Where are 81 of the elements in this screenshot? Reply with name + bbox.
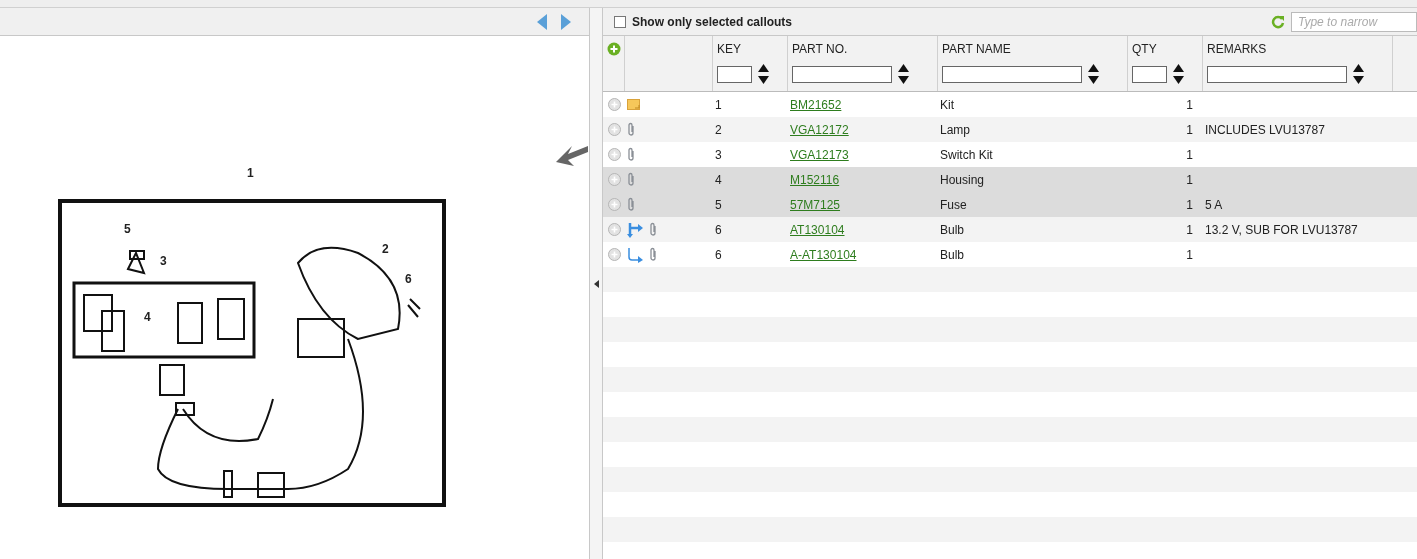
callout-number[interactable]: 5 bbox=[124, 223, 131, 235]
sort-icon[interactable] bbox=[758, 64, 769, 84]
part-number-link[interactable]: M152116 bbox=[790, 172, 840, 187]
key-cell: 1 bbox=[715, 97, 722, 112]
part-name-cell: Bulb bbox=[940, 247, 965, 262]
remarks-cell: 13.2 V, SUB FOR LVU13787 bbox=[1205, 222, 1358, 237]
expand-icon[interactable] bbox=[607, 223, 621, 236]
quantity-cell-text: 1 bbox=[1185, 121, 1194, 139]
column-header[interactable]: KEY bbox=[717, 40, 783, 58]
quantity-cell-text: 1 bbox=[1185, 246, 1194, 264]
remarks-cell: 5 A bbox=[1205, 197, 1223, 212]
key-cell: 5 bbox=[715, 197, 722, 212]
paperclip-icon[interactable] bbox=[627, 172, 635, 187]
previous-arrow-icon[interactable] bbox=[537, 13, 547, 30]
remarks-cell: INCLUDES LVU13787 bbox=[1205, 122, 1325, 137]
table-row[interactable]: 6 AT130104 Bulb 1 13.2 V, SUB FOR LVU13787 bbox=[603, 217, 1417, 242]
quantity-cell-text: 1 bbox=[1185, 96, 1194, 114]
part-number-link[interactable]: VGA12172 bbox=[790, 122, 849, 137]
key-cell: 4 bbox=[715, 172, 722, 187]
refresh-icon[interactable] bbox=[1271, 14, 1285, 29]
next-arrow-icon[interactable] bbox=[561, 13, 571, 30]
quantity-cell-text: 1 bbox=[1185, 221, 1194, 239]
paperclip-icon[interactable] bbox=[649, 222, 657, 237]
key-cell: 2 bbox=[715, 122, 722, 137]
quantity-cell-text: 1 bbox=[1185, 146, 1194, 164]
quantity-cell-text: 1 bbox=[1185, 171, 1194, 189]
sort-icon[interactable] bbox=[1088, 64, 1099, 84]
part-name-cell: Fuse bbox=[940, 197, 967, 212]
part-number-link[interactable]: A-AT130104 bbox=[790, 247, 857, 262]
column-filter-field[interactable] bbox=[792, 65, 892, 83]
add-icon[interactable] bbox=[606, 42, 621, 56]
part-name-cell: Kit bbox=[940, 97, 954, 112]
collapse-arrow-icon[interactable] bbox=[593, 279, 599, 288]
key-cell: 6 bbox=[715, 222, 722, 237]
checkbox[interactable] bbox=[614, 15, 626, 28]
part-name-cell: Housing bbox=[940, 172, 985, 187]
search-field[interactable]: Type to narrow bbox=[1291, 11, 1417, 32]
sort-icon[interactable] bbox=[898, 64, 909, 84]
checkbox-label: Show only selected callouts bbox=[632, 13, 793, 31]
branch-arrow-icon[interactable] bbox=[627, 221, 643, 238]
quantity-cell-text: 1 bbox=[1185, 196, 1194, 214]
expand-icon[interactable] bbox=[607, 148, 621, 161]
table-row[interactable]: 2 VGA12172 Lamp 1 INCLUDES LVU13787 bbox=[603, 117, 1417, 142]
part-name-cell: Bulb bbox=[940, 222, 965, 237]
part-number-link[interactable]: 57M7125 bbox=[790, 197, 841, 212]
expand-icon[interactable] bbox=[607, 123, 621, 136]
part-name-cell: Lamp bbox=[940, 122, 971, 137]
column-filter-field[interactable] bbox=[1207, 65, 1347, 83]
key-cell: 3 bbox=[715, 147, 722, 162]
callout-number[interactable]: 1 bbox=[247, 167, 254, 179]
column-filter-field[interactable] bbox=[717, 65, 752, 83]
callout-number[interactable]: 3 bbox=[160, 255, 167, 267]
note-icon[interactable] bbox=[627, 99, 640, 110]
expand-icon[interactable] bbox=[607, 98, 621, 111]
paperclip-icon[interactable] bbox=[627, 122, 635, 137]
callout-number[interactable]: 4 bbox=[144, 311, 151, 323]
column-filter-field[interactable] bbox=[1132, 65, 1167, 83]
callout-number[interactable]: 2 bbox=[382, 243, 389, 255]
paperclip-icon[interactable] bbox=[627, 147, 635, 162]
column-filter-field[interactable] bbox=[942, 65, 1082, 83]
expand-icon[interactable] bbox=[607, 248, 621, 261]
column-header[interactable]: PART NO. bbox=[792, 40, 933, 58]
sort-icon[interactable] bbox=[1353, 64, 1364, 84]
column-header[interactable]: PART NAME bbox=[942, 40, 1123, 58]
pointer-arrow-icon bbox=[556, 144, 588, 166]
expand-icon[interactable] bbox=[607, 173, 621, 186]
part-number-link[interactable]: AT130104 bbox=[790, 222, 845, 237]
part-number-link[interactable]: BM21652 bbox=[790, 97, 842, 112]
column-header[interactable]: REMARKS bbox=[1207, 40, 1388, 58]
part-name-cell: Switch Kit bbox=[940, 147, 993, 162]
table-row[interactable]: 4 M152116 Housing 1 bbox=[603, 167, 1417, 192]
paperclip-icon[interactable] bbox=[649, 247, 657, 262]
sort-icon[interactable] bbox=[1173, 64, 1184, 84]
turn-arrow-icon[interactable] bbox=[627, 246, 643, 263]
callout-number[interactable]: 6 bbox=[405, 273, 412, 285]
column-header[interactable]: QTY bbox=[1132, 40, 1198, 58]
expand-icon[interactable] bbox=[607, 198, 621, 211]
part-number-link[interactable]: VGA12173 bbox=[790, 147, 849, 162]
paperclip-icon[interactable] bbox=[627, 197, 635, 212]
table-row[interactable]: 5 57M7125 Fuse 1 5 A bbox=[603, 192, 1417, 217]
key-cell: 6 bbox=[715, 247, 722, 262]
